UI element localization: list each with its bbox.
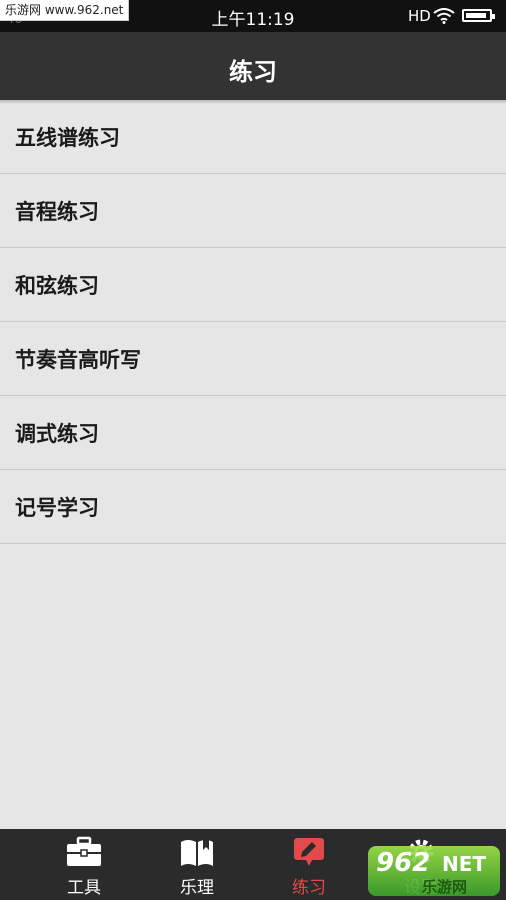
menu-item-notation-study[interactable]: 记号学习 — [0, 470, 506, 544]
tab-theory[interactable]: 乐理 — [142, 829, 252, 900]
edit-icon — [254, 836, 364, 868]
network-type: HD — [408, 7, 431, 25]
menu-item-interval-practice[interactable]: 音程练习 — [0, 174, 506, 248]
tab-practice[interactable]: 练习 — [254, 829, 364, 900]
watermark-top: 乐游网 www.962.net — [0, 0, 130, 21]
menu-item-label: 和弦练习 — [15, 274, 99, 298]
wifi-icon — [433, 8, 455, 28]
menu-item-label: 五线谱练习 — [15, 126, 120, 150]
book-icon — [142, 836, 252, 868]
menu-item-chord-practice[interactable]: 和弦练习 — [0, 248, 506, 322]
menu-item-mode-practice[interactable]: 调式练习 — [0, 396, 506, 470]
tab-label: 工具 — [67, 878, 101, 898]
practice-menu: 五线谱练习 音程练习 和弦练习 节奏音高听写 调式练习 记号学习 — [0, 100, 506, 544]
tab-label: 乐理 — [180, 878, 214, 898]
menu-item-label: 记号学习 — [15, 496, 99, 520]
menu-item-label: 调式练习 — [15, 422, 99, 446]
menu-item-label: 节奏音高听写 — [15, 348, 141, 372]
menu-item-label: 音程练习 — [15, 200, 99, 224]
tab-tools[interactable]: 工具 — [29, 829, 139, 900]
toolbox-icon — [29, 836, 139, 868]
watermark-logo: 962 NET 乐游网 — [368, 846, 500, 896]
header-shadow — [0, 100, 506, 104]
tab-label: 练习 — [292, 878, 326, 898]
menu-item-staff-practice[interactable]: 五线谱练习 — [0, 100, 506, 174]
battery-icon — [462, 9, 495, 22]
page-title: 练习 — [229, 58, 277, 86]
title-bar: 练习 — [0, 32, 506, 100]
menu-item-rhythm-dictation[interactable]: 节奏音高听写 — [0, 322, 506, 396]
